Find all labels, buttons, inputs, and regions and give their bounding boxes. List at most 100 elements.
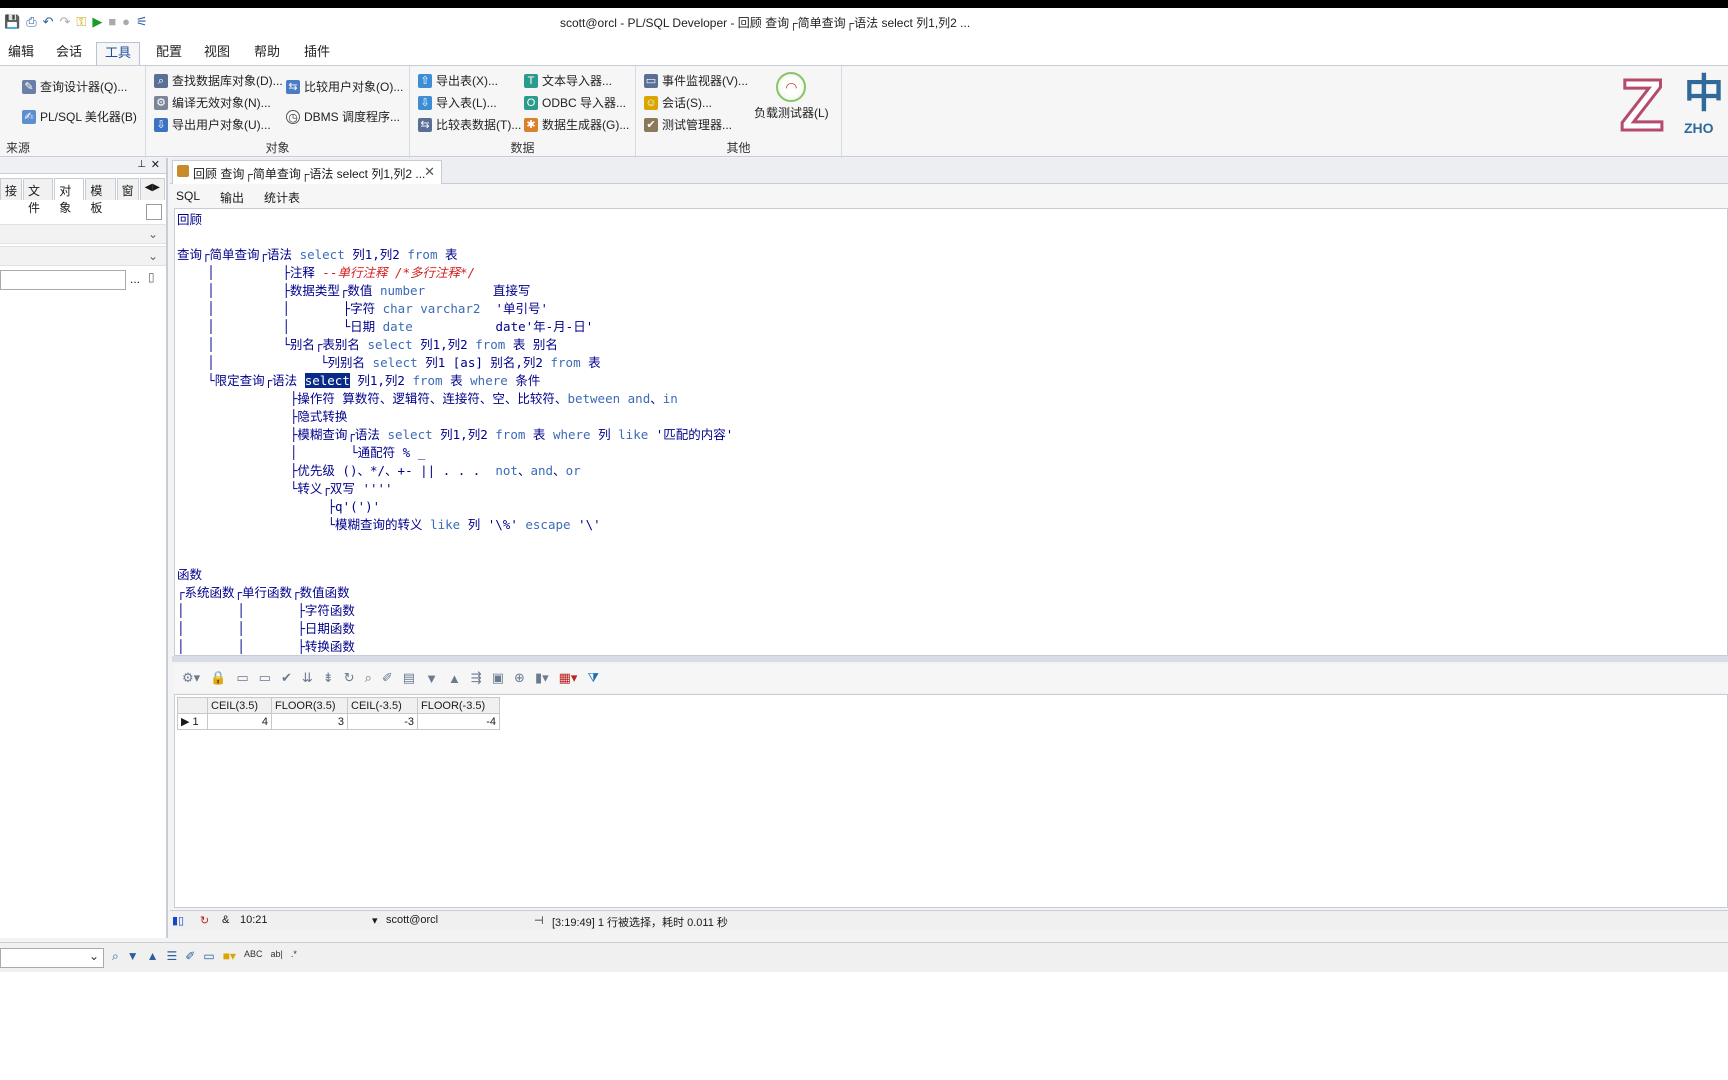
pin-icon[interactable]: ⊥ <box>137 159 146 170</box>
key-icon[interactable]: ⚿ <box>76 13 86 31</box>
user-dropdown[interactable]: ⌄ <box>0 224 166 244</box>
object-search-input[interactable] <box>0 270 126 290</box>
clear-icon[interactable]: ✐ <box>382 670 393 686</box>
column-header[interactable]: FLOOR(3.5) <box>271 697 348 714</box>
tab-templates[interactable]: 模板 <box>85 178 116 215</box>
delete-record-icon[interactable]: ▭ <box>259 670 271 686</box>
tab-tools[interactable]: 工具 <box>96 42 141 66</box>
plsql-beautifier-button[interactable]: ✍ PL/SQL 美化器(B) <box>22 108 137 125</box>
tab-edit[interactable]: 编辑 <box>0 42 42 64</box>
grid-options-icon[interactable]: ⚙▾ <box>182 670 200 686</box>
dbms-scheduler-button[interactable]: ◷ DBMS 调度程序... <box>286 108 400 125</box>
single-record-icon[interactable]: ▤ <box>403 670 415 686</box>
binoculars-icon[interactable]: ⌕ <box>112 949 119 964</box>
commit-icon[interactable]: ● <box>122 13 130 31</box>
new-object-icon[interactable]: ▯ <box>148 270 155 284</box>
tab-statistics[interactable]: 统计表 <box>264 189 300 206</box>
post-changes-icon[interactable]: ✔ <box>281 670 292 686</box>
code-text: 表 <box>525 427 553 442</box>
sql-editor[interactable]: 回顾 查询┌简单查询┌语法 select 列1,列2 from 表 │ ├注释 … <box>174 208 1728 656</box>
table-cell[interactable]: -4 <box>417 713 500 730</box>
tab-plugins[interactable]: 插件 <box>296 42 338 64</box>
close-tab-icon[interactable]: ✕ <box>424 164 435 180</box>
tab-session[interactable]: 会话 <box>48 42 90 64</box>
column-header[interactable]: FLOOR(-3.5) <box>417 697 500 714</box>
text-importer-button[interactable]: T 文本导入器... <box>524 72 612 89</box>
insert-record-icon[interactable]: ▭ <box>236 670 248 686</box>
compare-table-data-button[interactable]: ⇆ 比较表数据(T)... <box>418 116 521 133</box>
column-header[interactable]: CEIL(-3.5) <box>347 697 418 714</box>
table-row[interactable]: ▶ 1 4 3 -3 -4 <box>177 713 500 730</box>
print-icon[interactable]: ⎙ <box>26 13 36 31</box>
chart-icon[interactable]: ▮▾ <box>535 670 549 686</box>
column-header[interactable]: CEIL(3.5) <box>207 697 272 714</box>
export-icon[interactable]: ▦▾ <box>559 670 578 686</box>
previous-record-icon[interactable]: ▲ <box>448 671 461 686</box>
table-cell[interactable]: 3 <box>271 713 348 730</box>
tab-windows[interactable]: 窗 <box>116 178 139 200</box>
undo-icon[interactable]: ↶ <box>43 13 54 31</box>
tab-connections[interactable]: 接 <box>0 178 23 200</box>
import-tables-button[interactable]: ⇩ 导入表(L)... <box>418 94 497 111</box>
table-header-row: CEIL(3.5) FLOOR(3.5) CEIL(-3.5) FLOOR(-3… <box>177 697 500 714</box>
fetch-next-icon[interactable]: ⇊ <box>302 670 313 686</box>
sql-window-tab[interactable]: 回顾 查询┌简单查询┌语法 select 列1,列2 ... ✕ <box>172 160 442 184</box>
save-icon[interactable]: 💾 <box>4 13 20 31</box>
find-input[interactable]: ⌄ <box>0 948 104 968</box>
test-manager-button[interactable]: ✔ 测试管理器... <box>644 116 732 133</box>
compile-invalid-button[interactable]: ⚙ 编译无效对象(N)... <box>154 94 271 111</box>
table-cell[interactable]: -3 <box>347 713 418 730</box>
regex-icon[interactable]: .* <box>291 949 297 964</box>
settings-icon[interactable]: ⚟ <box>136 13 148 31</box>
tab-scroll-arrows[interactable]: ◀▶ <box>139 178 165 200</box>
execute-icon[interactable]: ▶ <box>92 13 102 31</box>
find-previous-icon[interactable]: ▲ <box>147 949 159 964</box>
redo-icon[interactable]: ↷ <box>60 13 71 31</box>
list-icon[interactable]: ☰ <box>167 949 178 964</box>
browse-button[interactable]: ... <box>130 272 140 286</box>
filter-icon[interactable]: ⧩ <box>587 670 599 686</box>
export-user-objects-label: 导出用户对象(U)... <box>172 118 271 132</box>
tab-sql[interactable]: SQL <box>176 189 200 203</box>
close-panel-icon[interactable]: ✕ <box>151 158 160 171</box>
tab-objects[interactable]: 对象 <box>54 178 85 215</box>
sessions-button[interactable]: ☺ 会话(S)... <box>644 94 712 111</box>
query-designer-button[interactable]: ✎ 查询设计器(Q)... <box>22 78 127 95</box>
find-next-icon[interactable]: ▼ <box>127 949 139 964</box>
tab-view[interactable]: 视图 <box>196 42 238 64</box>
fetch-last-icon[interactable]: ⇟ <box>323 670 334 686</box>
connection-dropdown-icon[interactable]: ▾ <box>372 914 378 927</box>
eraser-icon[interactable]: ✐ <box>185 949 195 964</box>
lock-icon[interactable]: 🔒 <box>210 670 226 686</box>
link-icon[interactable]: ⊕ <box>514 670 525 686</box>
save-results-icon[interactable]: ▣ <box>492 670 504 686</box>
odbc-importer-button[interactable]: O ODBC 导入器... <box>524 94 626 111</box>
export-tables-button[interactable]: ⇧ 导出表(X)... <box>418 72 498 89</box>
window-icon[interactable]: ▭ <box>203 949 214 964</box>
object-filter-checkbox[interactable] <box>146 204 162 220</box>
connection-name[interactable]: scott@orcl <box>386 914 438 926</box>
find-db-objects-button[interactable]: ⌕ 查找数据库对象(D)... <box>154 72 283 89</box>
query-by-example-icon[interactable]: ⇶ <box>471 670 482 686</box>
object-type-dropdown[interactable]: ⌄ <box>0 246 166 266</box>
compare-user-objects-button[interactable]: ⇆ 比较用户对象(O)... <box>286 78 403 95</box>
tab-output[interactable]: 输出 <box>220 189 244 206</box>
tab-help[interactable]: 帮助 <box>246 42 288 64</box>
load-tester-button[interactable]: ◠ 负载测试器(L) <box>754 72 829 121</box>
data-generator-button[interactable]: ✱ 数据生成器(G)... <box>524 116 629 133</box>
code-text: 列1,列2 <box>349 373 413 388</box>
table-cell[interactable]: 4 <box>207 713 272 730</box>
event-monitor-button[interactable]: ▭ 事件监视器(V)... <box>644 72 748 89</box>
match-case-icon[interactable]: ABC <box>244 949 263 964</box>
whole-word-icon[interactable]: ab| <box>270 949 282 964</box>
highlight-icon[interactable]: ■▾ <box>223 949 236 964</box>
break-icon[interactable]: ■ <box>108 13 116 31</box>
export-user-objects-button[interactable]: ⇩ 导出用户对象(U)... <box>154 116 271 133</box>
refresh-icon[interactable]: ↻ <box>344 670 355 686</box>
tab-config[interactable]: 配置 <box>148 42 190 64</box>
editor-results-splitter[interactable] <box>172 656 1728 662</box>
tab-files[interactable]: 文件 <box>23 178 54 215</box>
editor-line: ├隐式转换 <box>177 408 348 426</box>
next-record-icon[interactable]: ▼ <box>425 671 438 686</box>
find-icon[interactable]: ⌕ <box>365 670 372 686</box>
